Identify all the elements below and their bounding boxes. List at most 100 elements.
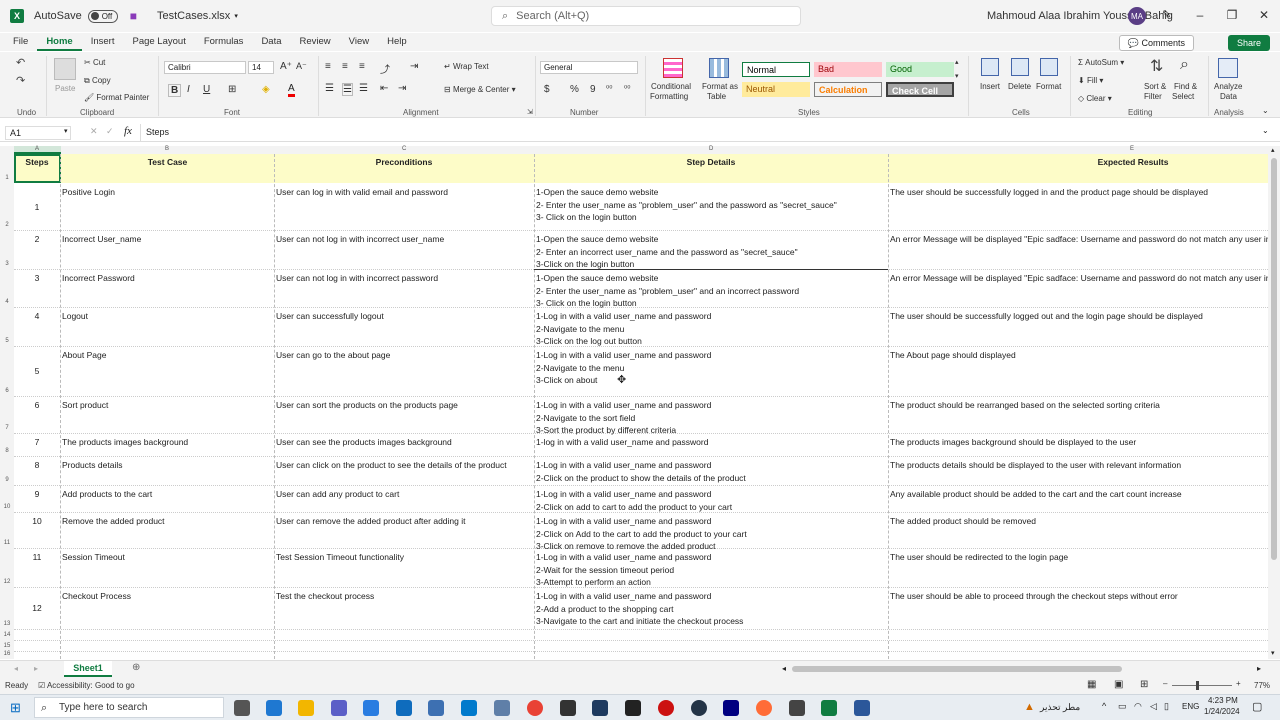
row-header[interactable]: 3 [0, 261, 14, 267]
paste-icon[interactable] [54, 58, 76, 80]
vertical-scrollbar[interactable]: ▴ ▾ [1268, 146, 1280, 659]
step-number-cell[interactable]: 5 [14, 365, 60, 378]
test-case-cell[interactable]: Session Timeout [62, 551, 274, 564]
step-detail-line[interactable]: 1-log in with a valid user_name and pass… [536, 436, 888, 449]
find-select-icon[interactable]: ⌕ [1180, 56, 1189, 74]
row-header[interactable]: 7 [0, 425, 14, 431]
paste-button[interactable]: Paste [55, 84, 75, 93]
merge-center-button[interactable]: ⊟ Merge & Center ▾ [444, 85, 516, 94]
scroll-up-icon[interactable]: ▴ [955, 58, 959, 66]
intellij-icon[interactable] [723, 700, 739, 716]
test-case-cell[interactable]: Add products to the cart [62, 488, 274, 501]
insert-button[interactable]: Insert [980, 82, 1000, 91]
expected-result-cell[interactable]: The user should be redirected to the log… [890, 551, 1268, 564]
underline-icon[interactable]: U [203, 84, 210, 95]
mail-icon[interactable] [396, 700, 412, 716]
row-header[interactable]: 15 [0, 643, 14, 649]
test-case-cell[interactable]: Remove the added product [62, 515, 274, 528]
notifications-icon[interactable]: ▢ [1252, 700, 1262, 713]
wrap-text-button[interactable]: ↵ Wrap Text [444, 62, 489, 71]
step-detail-line[interactable]: 2-Click on the product to show the detai… [536, 472, 888, 485]
precondition-cell[interactable]: User can successfully logout [276, 310, 534, 323]
name-box-chevron-icon[interactable]: ▾ [64, 127, 68, 135]
expected-result-cell[interactable]: The About page should displayed [890, 349, 1268, 362]
step-number-cell[interactable]: 9 [14, 488, 60, 501]
undo-icon[interactable]: ↶ [16, 56, 25, 69]
test-case-cell[interactable]: Incorrect Password [62, 272, 274, 285]
tab-view[interactable]: View [340, 33, 378, 51]
step-detail-line[interactable]: 2- Enter the user_name as "problem_user"… [536, 199, 888, 212]
expected-result-cell[interactable]: The products images background should be… [890, 436, 1268, 449]
analyze-data-icon[interactable] [1218, 58, 1238, 78]
bold-icon[interactable]: B [168, 84, 182, 97]
step-detail-line[interactable]: 1-Log in with a valid user_name and pass… [536, 551, 888, 564]
collapse-ribbon-icon[interactable]: ⌄ [1262, 106, 1269, 115]
scroll-left-icon[interactable]: ◂ [782, 664, 786, 673]
decrease-indent-icon[interactable]: ⇤ [380, 83, 388, 94]
precondition-cell[interactable]: User can see the products images backgro… [276, 436, 534, 449]
step-detail-line[interactable]: 2- Enter an incorrect user_name and the … [536, 246, 888, 259]
row-header[interactable]: 14 [0, 632, 14, 638]
search-box[interactable]: ⌕ Search (Alt+Q) [491, 6, 801, 26]
decrease-decimal-icon[interactable]: ⁰⁰ [624, 84, 630, 93]
zoom-slider-handle[interactable] [1196, 681, 1199, 690]
windows-start-icon[interactable]: ⊞ [10, 700, 21, 716]
step-detail-line[interactable]: 3- Click on the login button [536, 211, 888, 224]
horizontal-scrollbar-thumb[interactable] [792, 666, 1122, 672]
zoom-slider[interactable] [1172, 685, 1232, 686]
dialog-launcher-icon[interactable]: ⇲ [527, 108, 533, 116]
test-case-cell[interactable]: The products images background [62, 436, 274, 449]
precondition-cell[interactable]: User can sort the products on the produc… [276, 399, 534, 412]
language-indicator[interactable]: ENG [1182, 702, 1199, 711]
app-icon[interactable] [625, 700, 641, 716]
step-detail-line[interactable]: 1-Log in with a valid user_name and pass… [536, 488, 888, 501]
step-detail-line[interactable]: 2-Add a product to the shopping cart [536, 603, 888, 616]
sheet-tab-sheet1[interactable]: Sheet1 [64, 661, 112, 677]
column-header-a[interactable]: A [35, 146, 39, 152]
expected-result-cell[interactable]: The products details should be displayed… [890, 459, 1268, 472]
precondition-cell[interactable]: Test the checkout process [276, 590, 534, 603]
tab-formulas[interactable]: Formulas [195, 33, 253, 51]
insert-function-icon[interactable]: fx [124, 125, 132, 137]
header-expected-results[interactable]: Expected Results [888, 156, 1268, 169]
step-detail-line[interactable]: 1-Open the sauce demo website [536, 186, 888, 199]
test-case-cell[interactable]: About Page [62, 349, 274, 362]
row-header[interactable]: 10 [0, 504, 14, 510]
currency-icon[interactable]: $ [544, 84, 550, 95]
step-detail-line[interactable]: 2-Navigate to the sort field [536, 412, 888, 425]
step-detail-line[interactable]: 2-Navigate to the menu [536, 323, 888, 336]
delete-button[interactable]: Delete [1008, 82, 1031, 91]
step-detail-line[interactable]: 1-Log in with a valid user_name and pass… [536, 590, 888, 603]
step-detail-line[interactable]: 2-Click on Add to the cart to add the pr… [536, 528, 888, 541]
step-detail-line[interactable]: 1-Open the sauce demo website [536, 272, 888, 285]
step-detail-line[interactable]: 3-Click on about [536, 374, 888, 387]
formula-content[interactable]: Steps [146, 127, 169, 137]
step-number-cell[interactable]: 8 [14, 459, 60, 472]
expand-formula-bar-icon[interactable]: ⌄ [1262, 126, 1269, 135]
cell-style-check-cell[interactable]: Check Cell [886, 82, 954, 97]
italic-icon[interactable]: I [187, 84, 190, 95]
header-test-case[interactable]: Test Case [61, 156, 274, 169]
step-detail-line[interactable]: 2- Enter the user_name as "problem_user"… [536, 285, 888, 298]
row-header[interactable]: 12 [0, 579, 14, 585]
row-header[interactable]: 13 [0, 621, 14, 627]
header-step-details[interactable]: Step Details [534, 156, 888, 169]
step-detail-line[interactable]: 2-Click on add to cart to add the produc… [536, 501, 888, 514]
step-number-cell[interactable]: 10 [14, 515, 60, 528]
column-header-e[interactable]: E [1130, 146, 1134, 152]
page-layout-view-icon[interactable]: ▣ [1114, 679, 1123, 690]
shrink-font-icon[interactable]: A⁻ [296, 61, 307, 72]
align-bottom-icon[interactable]: ≡ [359, 61, 365, 72]
cut-button[interactable]: ✂ Cut [84, 58, 105, 67]
tab-insert[interactable]: Insert [82, 33, 124, 51]
file-name[interactable]: TestCases.xlsx [157, 10, 230, 22]
find-select-label[interactable]: Find & [1174, 82, 1197, 91]
zoom-level[interactable]: 77% [1254, 681, 1270, 690]
clock-date[interactable]: 1/24/2024 [1204, 707, 1240, 716]
delete-cells-icon[interactable] [1011, 58, 1029, 76]
cell-style-good[interactable]: Good [886, 62, 954, 77]
cancel-icon[interactable]: ✕ [90, 126, 98, 137]
row-header[interactable]: 6 [0, 388, 14, 394]
scroll-down-icon[interactable]: ▾ [955, 72, 959, 80]
test-case-cell[interactable]: Products details [62, 459, 274, 472]
